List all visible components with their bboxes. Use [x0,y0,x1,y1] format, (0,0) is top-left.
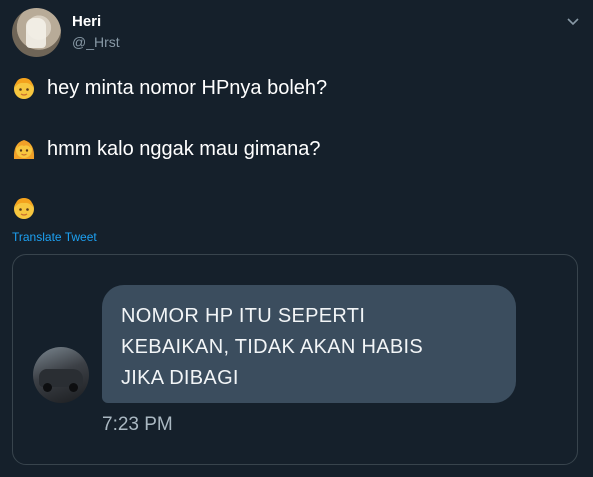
boy-face-icon [12,76,36,100]
avatar-photo [26,18,46,48]
tweet-text-line: hey minta nomor HPnya boleh? [47,76,328,99]
author-avatar[interactable] [12,8,61,57]
chat-bubble-line: KEBAIKAN, TIDAK AKAN HABIS [121,336,423,358]
boy-face-icon [12,196,36,220]
girl-face-icon [12,137,36,161]
chat-timestamp: 7:23 PM [102,414,173,435]
chat-bubble-text: NOMOR HP ITU SEPERTI KEBAIKAN, TIDAK AKA… [121,301,498,394]
tweet-text-line: hmm kalo nggak mau gimana? [47,137,321,160]
author-handle[interactable]: @_Hrst [72,34,120,50]
tweet-line [12,196,47,220]
chat-bubble-line: JIKA DIBAGI [121,367,239,389]
chat-bubble: NOMOR HP ITU SEPERTI KEBAIKAN, TIDAK AKA… [102,285,516,403]
car-wheel [43,383,52,392]
tweet-line: hmm kalo nggak mau gimana? [12,137,320,161]
tweet-line: hey minta nomor HPnya boleh? [12,76,327,100]
chat-bubble-line: NOMOR HP ITU SEPERTI [121,305,366,327]
author-name[interactable]: Heri [72,13,101,30]
chevron-down-icon[interactable] [566,14,580,26]
translate-tweet-link[interactable]: Translate Tweet [12,230,97,244]
chat-avatar [33,347,89,403]
car-wheel [69,383,78,392]
